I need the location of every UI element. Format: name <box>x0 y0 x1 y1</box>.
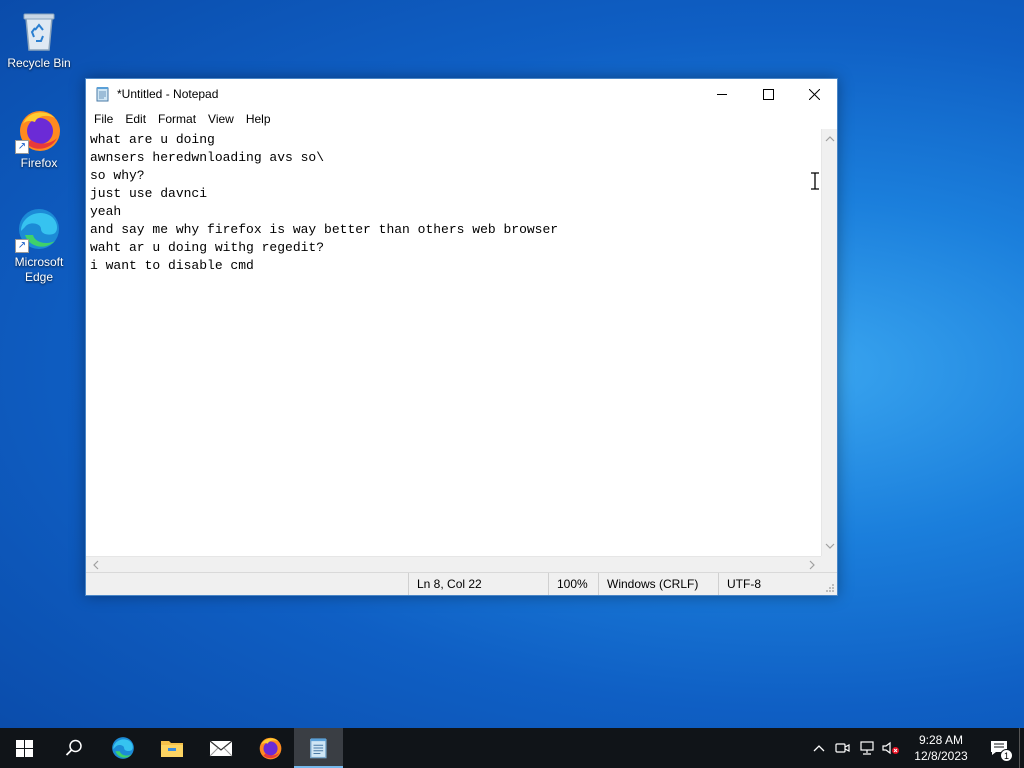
menu-help[interactable]: Help <box>240 109 277 129</box>
volume-button[interactable] <box>879 728 903 768</box>
recycle-bin-icon <box>15 6 63 54</box>
vertical-scrollbar[interactable] <box>821 129 837 556</box>
search-icon <box>65 739 82 756</box>
file-explorer-icon <box>160 741 183 757</box>
desktop-icon-microsoft-edge[interactable]: ↗ Microsoft Edge <box>4 205 74 285</box>
desktop-icon-label: Firefox <box>20 156 58 170</box>
text-line: so why? <box>90 168 145 183</box>
show-desktop-button[interactable] <box>1019 728 1024 768</box>
horizontal-scrollbar[interactable] <box>86 556 822 572</box>
chevron-up-icon <box>813 745 825 752</box>
text-line: and say me why firefox is way better tha… <box>90 222 559 237</box>
text-line: what are u doing <box>90 132 215 147</box>
cursor-position: Ln 8, Col 22 <box>408 573 548 595</box>
notepad-icon <box>95 86 111 102</box>
taskbar-mail[interactable] <box>196 728 245 768</box>
resize-grip-icon[interactable] <box>825 583 835 593</box>
close-button[interactable] <box>791 79 837 109</box>
close-icon <box>808 88 820 100</box>
scroll-up-icon[interactable] <box>822 131 838 147</box>
line-ending: Windows (CRLF) <box>598 573 718 595</box>
clock-date: 12/8/2023 <box>914 749 968 763</box>
window-title: *Untitled - Notepad <box>117 87 219 101</box>
zoom-level: 100% <box>548 573 598 595</box>
clock[interactable]: 9:28 AM 12/8/2023 <box>903 732 979 764</box>
desktop-icon-firefox[interactable]: ↗ Firefox <box>4 106 74 171</box>
taskbar-edge[interactable] <box>98 728 147 768</box>
encoding: UTF-8 <box>718 573 818 595</box>
text-cursor-icon <box>811 172 819 190</box>
shortcut-arrow-icon: ↗ <box>15 140 29 154</box>
search-button[interactable] <box>49 728 98 768</box>
menu-file[interactable]: File <box>88 109 119 129</box>
clock-time: 9:28 AM <box>918 733 964 747</box>
camera-icon <box>835 743 850 753</box>
edge-icon <box>111 737 134 759</box>
text-line: i want to disable cmd <box>90 258 254 273</box>
notepad-window[interactable]: *Untitled - Notepad File Edit Format Vie… <box>85 78 838 596</box>
maximize-icon <box>762 88 774 100</box>
desktop-icon-recycle-bin[interactable]: Recycle Bin <box>4 6 74 71</box>
scrollbar-corner <box>821 556 837 572</box>
firefox-icon <box>259 737 281 760</box>
text-line: yeah <box>90 204 122 219</box>
text-line: waht ar u doing withg regedit? <box>90 240 325 255</box>
scroll-right-icon[interactable] <box>804 557 820 573</box>
taskbar: 9:28 AM 12/8/2023 1 <box>0 728 1024 768</box>
taskbar-notepad[interactable] <box>294 728 343 768</box>
minimize-button[interactable] <box>699 79 745 109</box>
mail-icon <box>209 740 232 757</box>
show-hidden-icons-button[interactable] <box>807 728 831 768</box>
maximize-button[interactable] <box>745 79 791 109</box>
system-tray: 9:28 AM 12/8/2023 1 <box>807 728 1024 768</box>
volume-muted-icon <box>882 741 899 755</box>
notepad-icon <box>309 738 327 759</box>
text-line: just use davnci <box>90 186 208 201</box>
menu-bar: File Edit Format View Help <box>86 109 837 129</box>
menu-format[interactable]: Format <box>152 109 202 129</box>
action-center-button[interactable]: 1 <box>979 728 1019 768</box>
notification-badge: 1 <box>1000 749 1013 762</box>
desktop-icon-label: Recycle Bin <box>7 56 71 70</box>
menu-edit[interactable]: Edit <box>119 109 152 129</box>
start-button[interactable] <box>0 728 49 768</box>
taskbar-firefox[interactable] <box>245 728 294 768</box>
desktop-icon-label: Microsoft Edge <box>14 255 64 284</box>
text-line: awnsers heredwnloading avs so\ <box>90 150 325 165</box>
status-bar: Ln 8, Col 22 100% Windows (CRLF) UTF-8 <box>86 572 837 595</box>
title-bar[interactable]: *Untitled - Notepad <box>86 79 837 109</box>
start-icon <box>16 739 33 757</box>
network-button[interactable] <box>855 728 879 768</box>
minimize-icon <box>716 93 727 95</box>
scroll-left-icon[interactable] <box>88 557 104 573</box>
scroll-down-icon[interactable] <box>822 538 838 554</box>
network-icon <box>860 741 874 755</box>
edge-icon: ↗ <box>15 205 63 253</box>
taskbar-file-explorer[interactable] <box>147 728 196 768</box>
text-editor[interactable]: what are u doing awnsers heredwnloading … <box>86 129 822 556</box>
shortcut-arrow-icon: ↗ <box>15 239 29 253</box>
menu-view[interactable]: View <box>202 109 240 129</box>
meet-now-button[interactable] <box>831 728 855 768</box>
firefox-icon: ↗ <box>15 106 63 154</box>
